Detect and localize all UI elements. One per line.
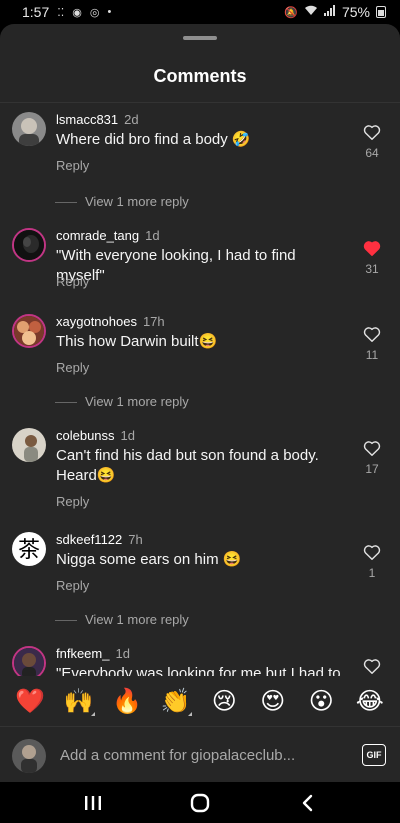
avatar[interactable] xyxy=(12,228,46,262)
comment-text: Where did bro find a body 🤣 xyxy=(56,131,251,148)
skin-tone-indicator xyxy=(187,712,192,716)
emoji-fire-button[interactable]: 🔥 xyxy=(109,683,145,719)
emoji-heart-eyes-button[interactable]: 😍 xyxy=(255,683,291,719)
avatar[interactable] xyxy=(12,646,46,676)
battery-percent: 75% xyxy=(341,4,370,20)
like-column: 17 xyxy=(356,440,388,476)
view-replies-button[interactable]: View 1 more reply xyxy=(85,194,189,209)
notification-dots-icon: ⁚⁚ xyxy=(57,6,65,19)
comment-item: fnfkeem_ 1d "Everybody was looking for me… xyxy=(0,646,400,676)
avatar[interactable]: 茶 xyxy=(12,532,46,566)
comment-username-line: lsmacc831 2d xyxy=(56,112,139,127)
wifi-icon xyxy=(304,5,318,19)
comment-username-line: xaygotnohoes 17h xyxy=(56,314,165,329)
like-column: 31 xyxy=(356,240,388,276)
drag-handle[interactable] xyxy=(183,36,217,40)
heart-outline-icon[interactable] xyxy=(363,440,381,456)
status-time: 1:57 xyxy=(22,4,50,20)
comment-time: 1d xyxy=(145,228,160,243)
instagram-notification-icon: ◎ xyxy=(89,6,100,19)
recents-icon[interactable] xyxy=(73,788,113,818)
reply-button[interactable]: Reply xyxy=(56,360,89,375)
comment-item: colebunss 1d Can't find his dad but son f… xyxy=(0,428,400,528)
comment-time: 2d xyxy=(124,112,139,127)
like-count: 31 xyxy=(365,262,379,276)
username[interactable]: fnfkeem_ xyxy=(56,646,109,661)
like-count: 64 xyxy=(365,146,379,160)
reply-button[interactable]: Reply xyxy=(56,578,89,593)
heart-filled-icon[interactable] xyxy=(363,240,381,256)
username[interactable]: colebunss xyxy=(56,428,115,443)
comment-username-line: comrade_tang 1d xyxy=(56,228,160,243)
like-column: 1 xyxy=(356,544,388,580)
username[interactable]: comrade_tang xyxy=(56,228,139,243)
comment-time: 17h xyxy=(142,314,165,329)
emoji-glyph: 🙌 xyxy=(63,687,94,715)
like-count: 17 xyxy=(365,462,379,476)
app-notification-icon: ◉ xyxy=(72,6,82,19)
comment-username-line: sdkeef1122 7h xyxy=(56,532,143,547)
back-icon[interactable] xyxy=(287,788,327,818)
more-notifications-dot-icon: • xyxy=(107,6,112,18)
username[interactable]: lsmacc831 xyxy=(56,112,118,127)
emoji-glyph: 👏 xyxy=(160,687,191,715)
reply-button[interactable]: Reply xyxy=(56,158,89,173)
battery-icon xyxy=(376,6,386,18)
comment-time: 1d xyxy=(115,646,130,661)
view-replies-button[interactable]: View 1 more reply xyxy=(85,394,189,409)
comment-composer: GIF xyxy=(0,726,400,782)
divider xyxy=(0,102,400,103)
reply-button[interactable]: Reply xyxy=(56,274,89,289)
system-nav-bar xyxy=(0,782,400,823)
comment-text: Can't find his dad but son found a body.… xyxy=(56,447,319,484)
like-column xyxy=(356,658,388,674)
comment-time: 1d xyxy=(120,428,136,443)
emoji-heart-button[interactable]: ❤️ xyxy=(12,683,48,719)
my-avatar xyxy=(12,739,46,773)
comment-text: "Everybody was looking for me but I had … xyxy=(56,665,341,676)
signal-icon xyxy=(323,5,336,19)
comment-item: xaygotnohoes 17h This how Darwin built😆 R… xyxy=(0,314,400,424)
avatar[interactable] xyxy=(12,428,46,462)
reply-button[interactable]: Reply xyxy=(56,494,89,509)
username[interactable]: sdkeef1122 xyxy=(56,532,122,547)
comment-item: lsmacc831 2d Where did bro find a body 🤣 … xyxy=(0,112,400,232)
comment-username-line: colebunss 1d xyxy=(56,428,135,443)
heart-outline-icon[interactable] xyxy=(363,658,381,674)
status-bar: 1:57 ⁚⁚ ◉ ◎ • 🔕 75% xyxy=(0,0,400,24)
like-column: 64 xyxy=(356,124,388,160)
heart-outline-icon[interactable] xyxy=(363,124,381,140)
comment-item: 茶 sdkeef1122 7h Nigga some ears on him 😆 … xyxy=(0,532,400,642)
emoji-reaction-bar: ❤️ 🙌 🔥 👏 😢 😍 😮 😂 xyxy=(0,676,400,726)
view-replies-button[interactable]: View 1 more reply xyxy=(85,612,189,627)
emoji-raised-hands-button[interactable]: 🙌 xyxy=(61,683,97,719)
comment-text: This how Darwin built😆 xyxy=(56,333,218,350)
heart-outline-icon[interactable] xyxy=(363,544,381,560)
avatar[interactable] xyxy=(12,314,46,348)
comment-username-line: fnfkeem_ 1d xyxy=(56,646,130,661)
gif-button[interactable]: GIF xyxy=(362,744,386,766)
comment-text: "With everyone looking, I had to find my… xyxy=(56,247,296,284)
like-count: 1 xyxy=(368,566,376,580)
skin-tone-indicator xyxy=(90,712,95,716)
heart-outline-icon[interactable] xyxy=(363,326,381,342)
comments-sheet: Comments lsmacc831 2d Where did bro find … xyxy=(0,24,400,782)
comment-time: 7h xyxy=(128,532,143,547)
home-icon[interactable] xyxy=(180,788,220,818)
comment-input[interactable] xyxy=(60,743,340,767)
username[interactable]: xaygotnohoes xyxy=(56,314,137,329)
emoji-surprised-button[interactable]: 😮 xyxy=(303,683,339,719)
svg-text:茶: 茶 xyxy=(18,538,40,563)
avatar[interactable] xyxy=(12,112,46,146)
like-count: 11 xyxy=(365,348,379,362)
sheet-title: Comments xyxy=(153,66,247,86)
like-column: 11 xyxy=(356,326,388,362)
emoji-laughing-button[interactable]: 😂 xyxy=(352,683,388,719)
mute-icon: 🔕 xyxy=(284,6,298,19)
emoji-clap-button[interactable]: 👏 xyxy=(158,683,194,719)
comment-item: comrade_tang 1d "With everyone looking, I… xyxy=(0,228,400,318)
emoji-crying-button[interactable]: 😢 xyxy=(206,683,242,719)
comment-text: Nigga some ears on him 😆 xyxy=(56,551,242,568)
